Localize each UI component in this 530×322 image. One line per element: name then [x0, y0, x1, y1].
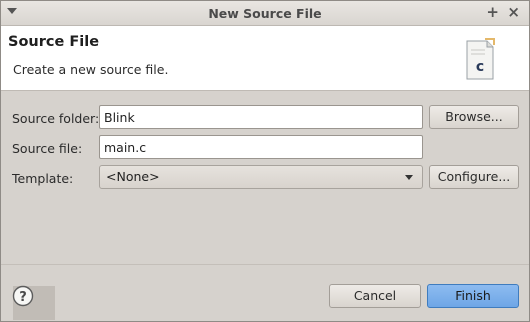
- source-folder-label: Source folder:: [12, 111, 100, 126]
- source-file-label: Source file:: [12, 141, 83, 156]
- cancel-button[interactable]: Cancel: [329, 284, 421, 308]
- finish-button[interactable]: Finish: [427, 284, 519, 308]
- plus-icon[interactable]: +: [486, 3, 499, 21]
- wizard-header: Source File Create a new source file. c: [1, 26, 529, 91]
- template-label: Template:: [12, 171, 74, 186]
- source-folder-input[interactable]: [99, 105, 423, 129]
- close-icon[interactable]: ×: [507, 3, 520, 21]
- source-file-input[interactable]: [99, 135, 423, 159]
- window-title: New Source File: [208, 6, 322, 21]
- page-title: Source File: [8, 34, 100, 50]
- svg-text:?: ?: [19, 290, 27, 305]
- template-select[interactable]: <None>: [99, 165, 423, 189]
- title-bar[interactable]: New Source File + ×: [1, 1, 529, 26]
- browse-button[interactable]: Browse...: [429, 105, 519, 129]
- configure-button[interactable]: Configure...: [429, 165, 519, 189]
- c-source-file-icon: c: [466, 38, 495, 80]
- page-description: Create a new source file.: [13, 62, 169, 77]
- footer-divider: [1, 264, 529, 265]
- new-source-file-dialog: New Source File + × Source File Create a…: [0, 0, 530, 322]
- template-selected-value: <None>: [106, 169, 160, 184]
- svg-text:c: c: [476, 59, 484, 75]
- help-icon[interactable]: ?: [12, 285, 34, 307]
- chevron-down-icon: [405, 175, 413, 180]
